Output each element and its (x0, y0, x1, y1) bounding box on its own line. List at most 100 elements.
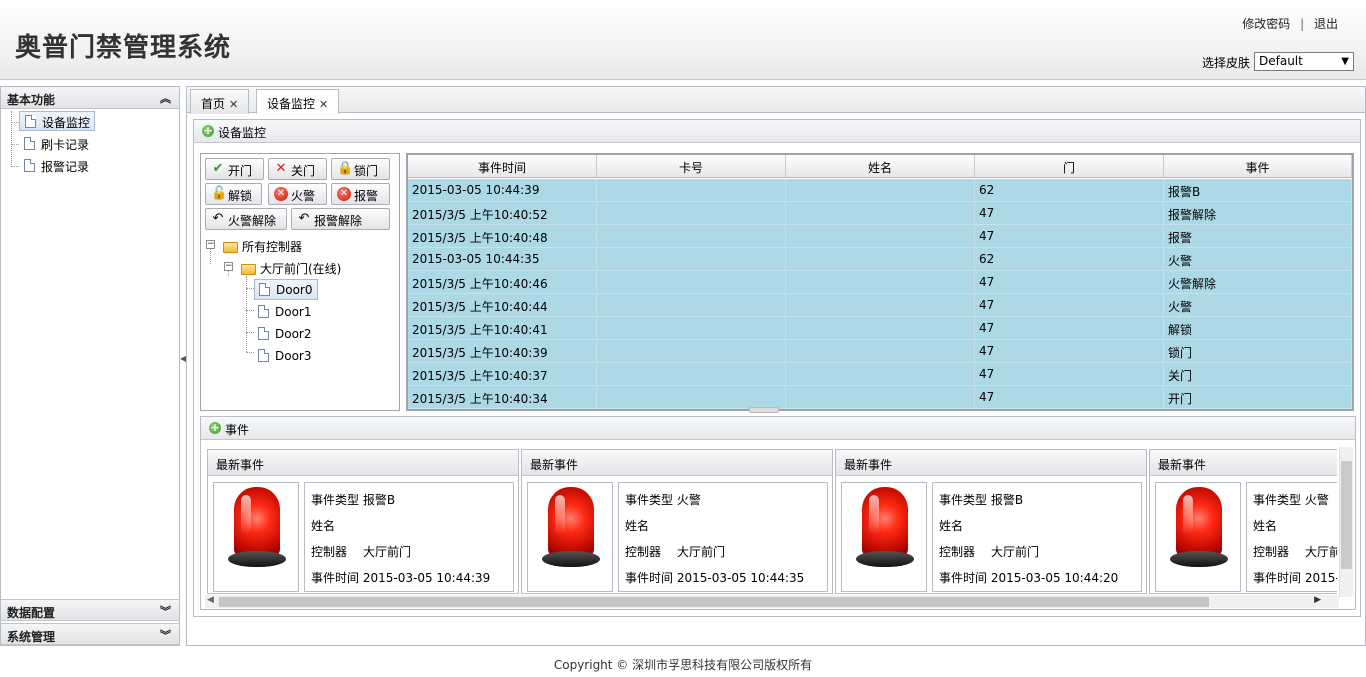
column-header-card[interactable]: 卡号 (597, 155, 786, 178)
control-panel: ✔ 开门 ✕ 关门 🔒 锁门 🔓 解锁 ✕ 火警 ✕ 报警 ↶ 火警解除 ↶ 报警解除 (200, 153, 400, 411)
button-label: 锁门 (354, 164, 379, 178)
tree-node-door1[interactable]: Door1 (254, 301, 316, 321)
alarm-x-icon: ✕ (274, 187, 288, 201)
file-icon (24, 137, 35, 150)
tree-connector (11, 122, 19, 123)
siren-base (856, 551, 914, 567)
sidebar-item-card-records[interactable]: 刷卡记录 (19, 134, 93, 154)
table-cell-card (597, 271, 786, 294)
collapse-up-icon[interactable]: ︽ (160, 90, 171, 106)
table-row[interactable]: 2015/3/5 上午10:40:39 47 锁门 (408, 340, 1352, 363)
table-cell-name (786, 271, 975, 294)
table-row[interactable]: 2015/3/5 上午10:40:37 47 关门 (408, 363, 1352, 386)
card-header: 最新事件 (1150, 450, 1337, 476)
scroll-thumb[interactable] (1341, 461, 1352, 569)
sidebar-section-data-config[interactable]: 数据配置 ︾ (1, 599, 179, 621)
fire-alarm-clear-button[interactable]: ↶ 火警解除 (205, 208, 287, 230)
tree-connector (11, 111, 12, 167)
tree-node-controller[interactable]: 大厅前门(在线) (239, 258, 343, 279)
card-info: 事件类型 报警B 姓名 控制器 大厅前门 事件时间 2015-03-05 10:44:2… (932, 482, 1142, 592)
expand-down-icon[interactable]: ︾ (160, 627, 171, 643)
vertical-scrollbar[interactable] (1339, 447, 1353, 597)
skin-select[interactable]: Default ▼ (1254, 52, 1354, 71)
horizontal-scrollbar[interactable]: ◀ ▶ (205, 595, 1339, 608)
table-cell-event: 报警B (1164, 179, 1352, 202)
event-type-row: 事件类型 火警 (625, 491, 701, 508)
skin-selected-value: Default (1259, 54, 1303, 68)
event-card: 最新事件 事件类型 火警 姓名 控制器 大厅前门 事件时间 2015-03-05 10:4… (521, 449, 833, 594)
tab-device-monitor[interactable]: 设备监控 ✕ (256, 89, 340, 114)
collapse-handle[interactable] (749, 407, 779, 413)
alarm-siren-image (1155, 482, 1241, 592)
close-icon[interactable]: ✕ (229, 98, 238, 111)
table-row[interactable]: 2015-03-05 10:44:39 62 报警B (408, 179, 1352, 202)
tree-node-door0[interactable]: Door0 (254, 279, 318, 300)
lock-door-button[interactable]: 🔒 锁门 (331, 158, 390, 180)
card-info: 事件类型 火警 姓名 控制器 大厅前门 事件时间 2015-03-05 10:44:35 (618, 482, 828, 592)
sidebar-splitter[interactable]: ◀ (180, 86, 186, 646)
tree-node-all-controllers[interactable]: 所有控制器 (221, 236, 304, 257)
tree-node-door2[interactable]: Door2 (254, 323, 316, 343)
add-icon: + (209, 421, 221, 434)
link-separator: | (1300, 17, 1305, 31)
card-header: 最新事件 (208, 450, 518, 476)
table-row[interactable]: 2015/3/5 上午10:40:48 47 报警 (408, 225, 1352, 248)
alarm-clear-button[interactable]: ↶ 报警解除 (291, 208, 390, 230)
sidebar-section-basic[interactable]: 基本功能 ︽ (1, 87, 179, 109)
tree-node-door3[interactable]: Door3 (254, 345, 316, 365)
expand-down-icon[interactable]: ︾ (160, 603, 171, 619)
close-door-button[interactable]: ✕ 关门 (268, 158, 327, 180)
table-row[interactable]: 2015/3/5 上午10:40:41 47 解锁 (408, 317, 1352, 340)
scroll-thumb[interactable] (219, 597, 1209, 607)
table-row[interactable]: 2015/3/5 上午10:40:46 47 火警解除 (408, 271, 1352, 294)
button-label: 报警 (354, 189, 379, 203)
sidebar-item-alarm-records[interactable]: 报警记录 (19, 156, 93, 176)
table-row[interactable]: 2015/3/5 上午10:40:34 47 开门 (408, 386, 1352, 409)
events-header: + 事件 (201, 417, 1355, 440)
open-door-button[interactable]: ✔ 开门 (205, 158, 264, 180)
scroll-right-icon[interactable]: ▶ (1314, 595, 1321, 605)
change-password-link[interactable]: 修改密码 (1242, 17, 1290, 31)
table-row[interactable]: 2015/3/5 上午10:40:52 47 报警解除 (408, 202, 1352, 225)
table-cell-door: 62 (975, 248, 1164, 271)
column-header-door[interactable]: 门 (975, 155, 1164, 178)
top-links: 修改密码 | 退出 (1242, 15, 1338, 32)
table-cell-event: 火警解除 (1164, 271, 1352, 294)
table-cell-time: 2015-03-05 10:44:35 (408, 248, 597, 271)
close-icon[interactable]: ✕ (319, 98, 328, 111)
column-header-event[interactable]: 事件 (1164, 155, 1352, 178)
tab-home[interactable]: 首页 ✕ (190, 89, 250, 114)
column-header-time[interactable]: 事件时间 (408, 155, 597, 178)
table-cell-card (597, 294, 786, 317)
table-cell-time: 2015/3/5 上午10:40:52 (408, 202, 597, 225)
logout-link[interactable]: 退出 (1314, 17, 1338, 31)
collapse-tree-icon[interactable]: − (206, 240, 215, 249)
tree-connector (246, 332, 254, 333)
time-row: 事件时间 2015-03-05 10:44:39 (311, 569, 490, 586)
table-cell-time: 2015/3/5 上午10:40:39 (408, 340, 597, 363)
table-cell-time: 2015/3/5 上午10:40:44 (408, 294, 597, 317)
table-row[interactable]: 2015-03-05 10:44:35 62 火警 (408, 248, 1352, 271)
scroll-left-icon[interactable]: ◀ (207, 595, 214, 605)
file-icon (258, 305, 269, 318)
collapse-tree-icon[interactable]: − (224, 262, 233, 271)
undo-icon: ↶ (298, 211, 310, 226)
unlock-button[interactable]: 🔓 解锁 (205, 183, 262, 205)
time-row: 事件时间 2015- (1253, 569, 1337, 586)
panel-title: 设备监控 (218, 126, 267, 140)
time-value: 2015-03-05 10:44:20 (990, 571, 1119, 585)
event-card: 最新事件 事件类型 报警B 姓名 控制器 大厅前门 事件时间 2015-03-05 10:… (207, 449, 519, 594)
header: 奥普门禁管理系统 修改密码 | 退出 选择皮肤 Default ▼ (0, 0, 1366, 80)
sidebar-item-device-monitor[interactable]: 设备监控 (19, 111, 96, 131)
time-value: 2015-03-05 10:44:39 (362, 571, 491, 585)
column-header-name[interactable]: 姓名 (786, 155, 975, 178)
table-row[interactable]: 2015/3/5 上午10:40:44 47 火警 (408, 294, 1352, 317)
event-card: 最新事件 事件类型 火警 姓名 控制器 大厅前 事件时间 2015- (1149, 449, 1337, 594)
alarm-siren-image (527, 482, 613, 592)
tree-node-label: 大厅前门(在线) (260, 262, 342, 276)
event-type-label: 事件类型 (311, 493, 360, 507)
sidebar-section-system-admin[interactable]: 系统管理 ︾ (1, 623, 179, 645)
siren-highlight (869, 495, 879, 535)
alarm-button[interactable]: ✕ 报警 (331, 183, 390, 205)
fire-alarm-button[interactable]: ✕ 火警 (268, 183, 327, 205)
